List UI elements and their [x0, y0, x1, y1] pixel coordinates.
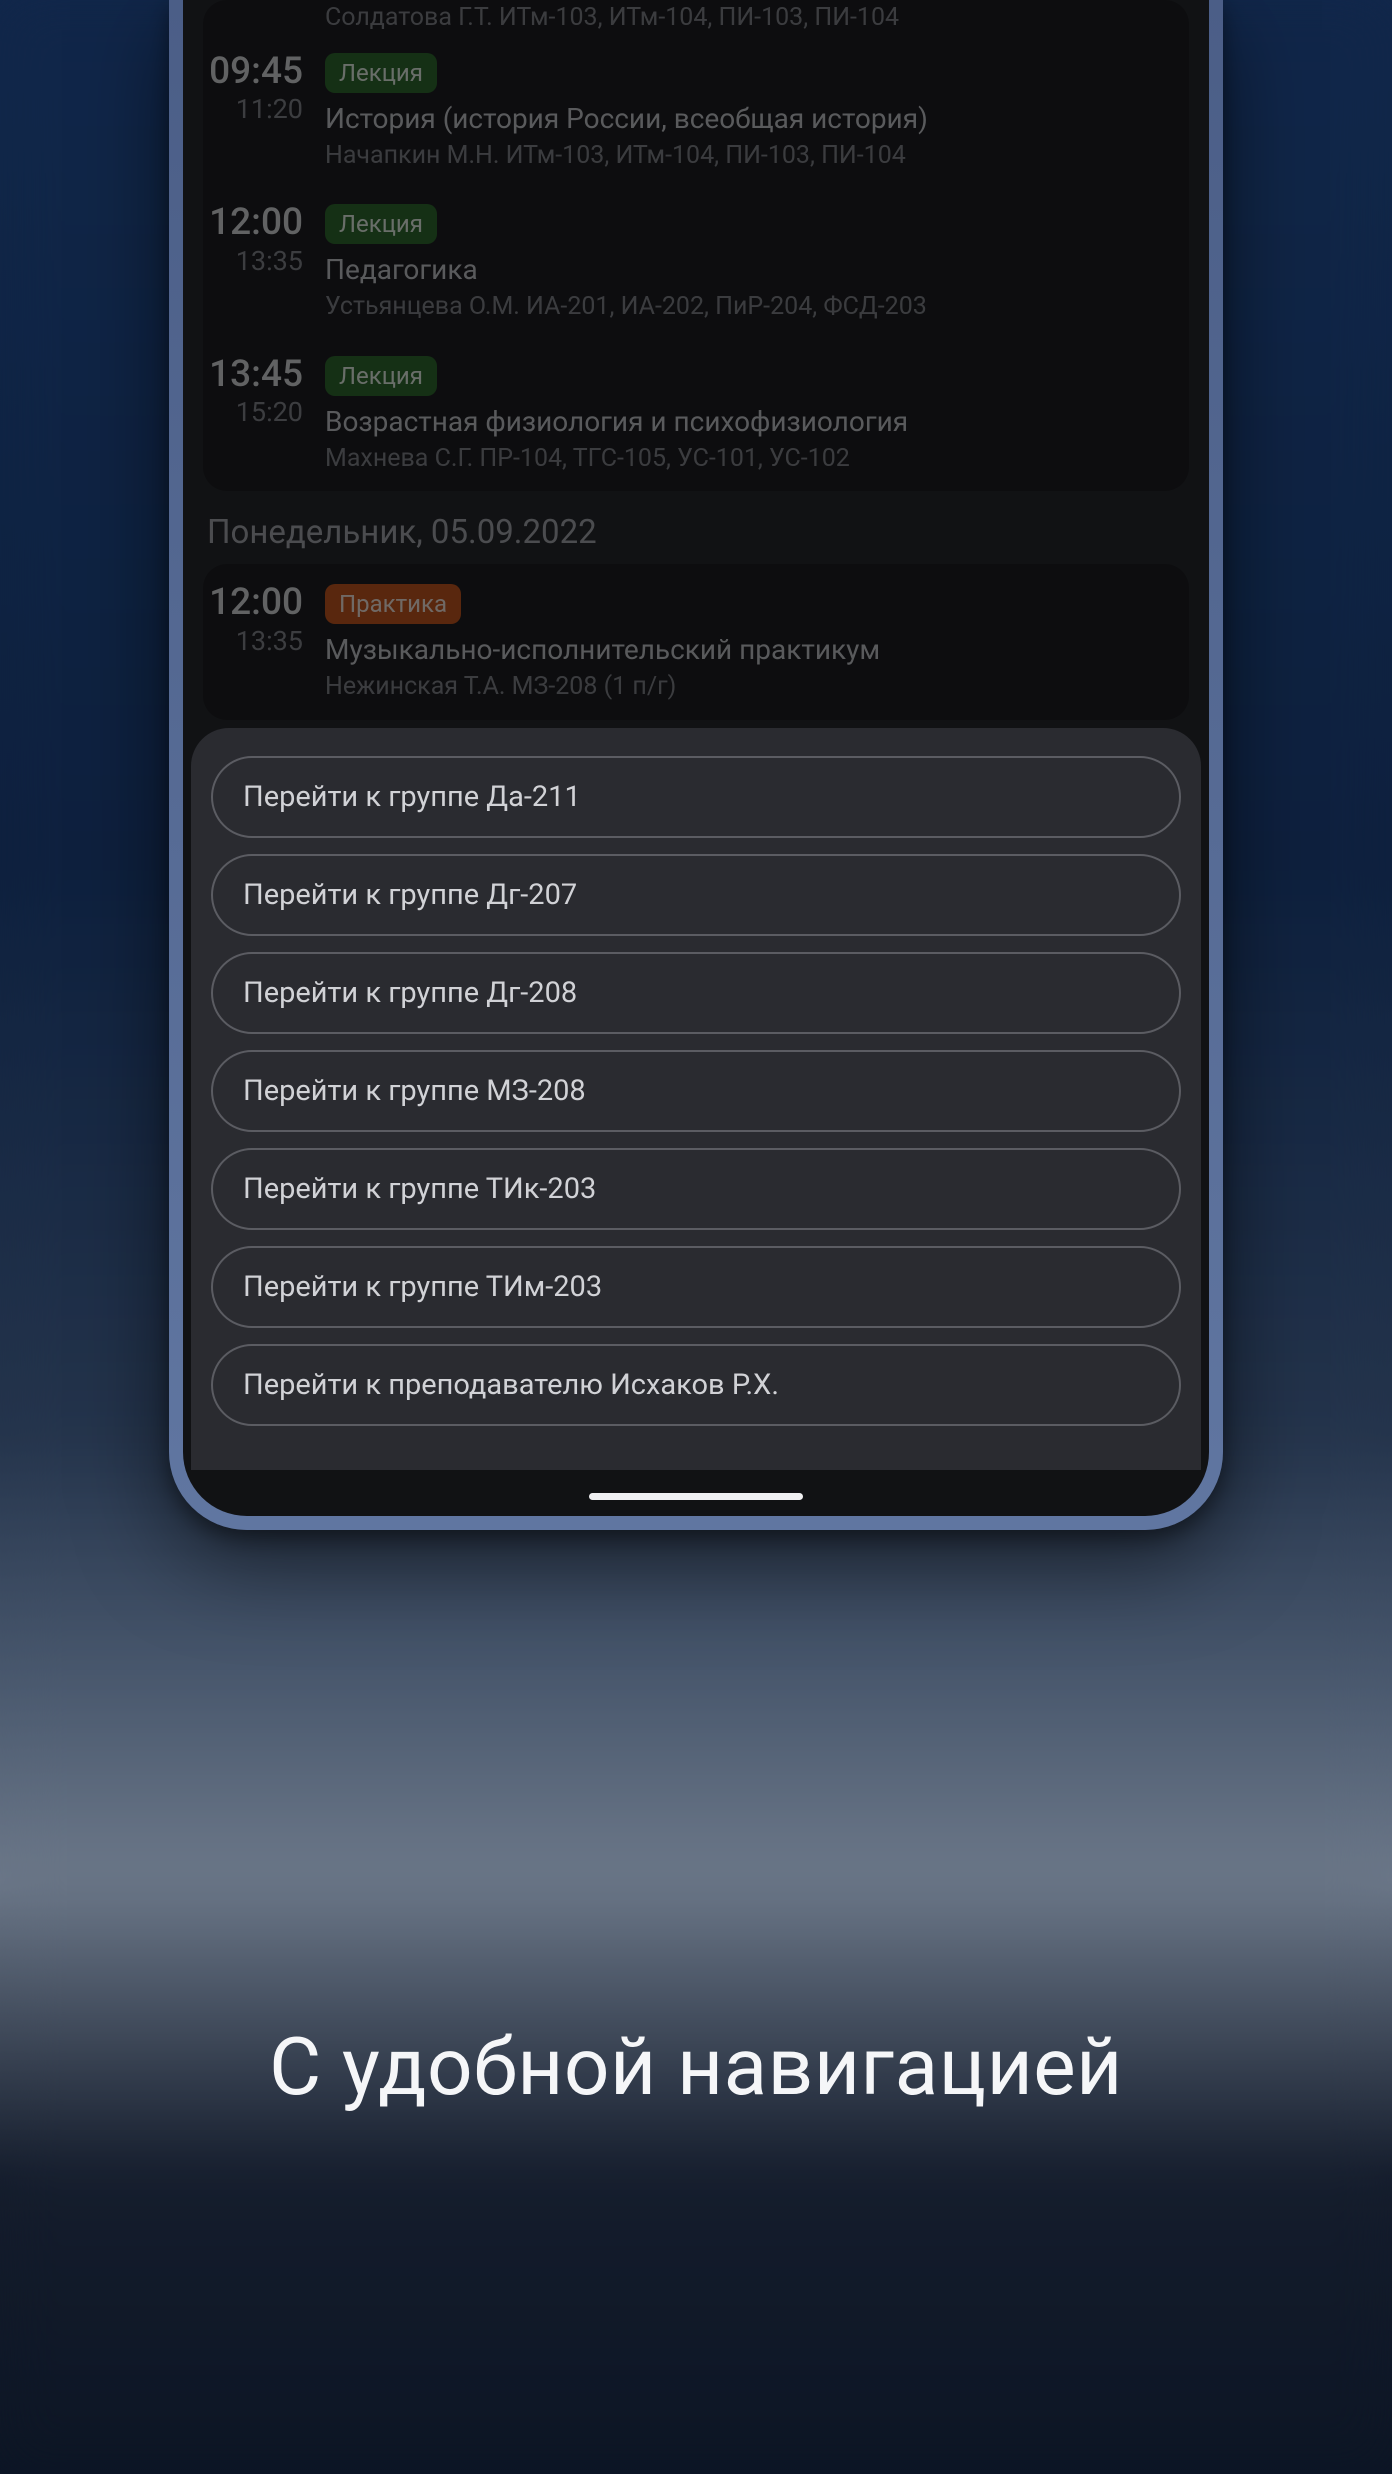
- end-time: 13:35: [203, 625, 303, 657]
- schedule-item[interactable]: 12:00 13:35 Практика Музыкально-исполнит…: [203, 566, 1189, 718]
- nav-group-button[interactable]: Перейти к группе МЗ-208: [211, 1050, 1181, 1132]
- nav-teacher-button[interactable]: Перейти к преподавателю Исхаков Р.Х.: [211, 1344, 1181, 1426]
- subject-title: Музыкально-исполнительский практикум: [325, 632, 1189, 667]
- start-time: 12:00: [203, 584, 303, 623]
- start-time: 13:45: [203, 356, 303, 395]
- teacher-groups-text: Устьянцева О.М. ИА-201, ИА-202, ПиР-204,…: [325, 291, 1189, 324]
- teacher-groups-text: Солдатова Г.Т. ИТм-103, ИТм-104, ПИ-103,…: [325, 2, 1189, 35]
- time-column: 12:00 13:35: [203, 584, 303, 704]
- start-time: 09:45: [203, 53, 303, 92]
- info-column: Практика Музыкально-исполнительский прак…: [325, 584, 1189, 704]
- info-column: Лекция История (история России, всеобщая…: [325, 53, 1189, 173]
- schedule-card: Солдатова Г.Т. ИТм-103, ИТм-104, ПИ-103,…: [203, 0, 1189, 491]
- lecture-badge: Лекция: [325, 356, 437, 396]
- teacher-groups-text: Нежинская Т.А. МЗ-208 (1 п/г): [325, 671, 1189, 704]
- nav-group-button[interactable]: Перейти к группе Дг-207: [211, 854, 1181, 936]
- info-column: Лекция Педагогика Устьянцева О.М. ИА-201…: [325, 204, 1189, 324]
- schedule-item[interactable]: 13:45 15:20 Лекция Возрастная физиология…: [203, 338, 1189, 490]
- nav-group-button[interactable]: Перейти к группе Да-211: [211, 756, 1181, 838]
- time-column: 13:45 15:20: [203, 356, 303, 476]
- home-indicator[interactable]: [589, 1493, 803, 1500]
- subject-title: Возрастная физиология и психофизиология: [325, 404, 1189, 439]
- time-column: 09:45 11:20: [203, 53, 303, 173]
- nav-group-button[interactable]: Перейти к группе ТИк-203: [211, 1148, 1181, 1230]
- nav-group-button[interactable]: Перейти к группе Дг-208: [211, 952, 1181, 1034]
- navigation-sheet: Перейти к группе Да-211 Перейти к группе…: [191, 728, 1201, 1470]
- end-time: 11:20: [203, 93, 303, 125]
- phone-frame: Солдатова Г.Т. ИТм-103, ИТм-104, ПИ-103,…: [169, 0, 1223, 1530]
- subject-title: История (история России, всеобщая истори…: [325, 101, 1189, 136]
- lecture-badge: Лекция: [325, 53, 437, 93]
- lecture-badge: Лекция: [325, 204, 437, 244]
- teacher-groups-text: Начапкин М.Н. ИТм-103, ИТм-104, ПИ-103, …: [325, 140, 1189, 173]
- date-header: Понедельник, 05.09.2022: [203, 497, 1189, 564]
- practice-badge: Практика: [325, 584, 461, 624]
- teacher-groups-text: Махнева С.Г. ПР-104, ТГС-105, УС-101, УС…: [325, 443, 1189, 476]
- schedule-card: 12:00 13:35 Практика Музыкально-исполнит…: [203, 564, 1189, 720]
- nav-group-button[interactable]: Перейти к группе ТИм-203: [211, 1246, 1181, 1328]
- start-time: 12:00: [203, 204, 303, 243]
- dimmed-content: Солдатова Г.Т. ИТм-103, ИТм-104, ПИ-103,…: [183, 0, 1209, 720]
- end-time: 15:20: [203, 396, 303, 428]
- subject-title: Педагогика: [325, 252, 1189, 287]
- promo-caption: С удобной навигацией: [0, 2020, 1392, 2114]
- end-time: 13:35: [203, 245, 303, 277]
- info-column: Лекция Возрастная физиология и психофизи…: [325, 356, 1189, 476]
- schedule-item[interactable]: 09:45 11:20 Лекция История (история Росс…: [203, 35, 1189, 187]
- time-column: 12:00 13:35: [203, 204, 303, 324]
- schedule-item[interactable]: 12:00 13:35 Лекция Педагогика Устьянцева…: [203, 186, 1189, 338]
- phone-screen: Солдатова Г.Т. ИТм-103, ИТм-104, ПИ-103,…: [183, 0, 1209, 1516]
